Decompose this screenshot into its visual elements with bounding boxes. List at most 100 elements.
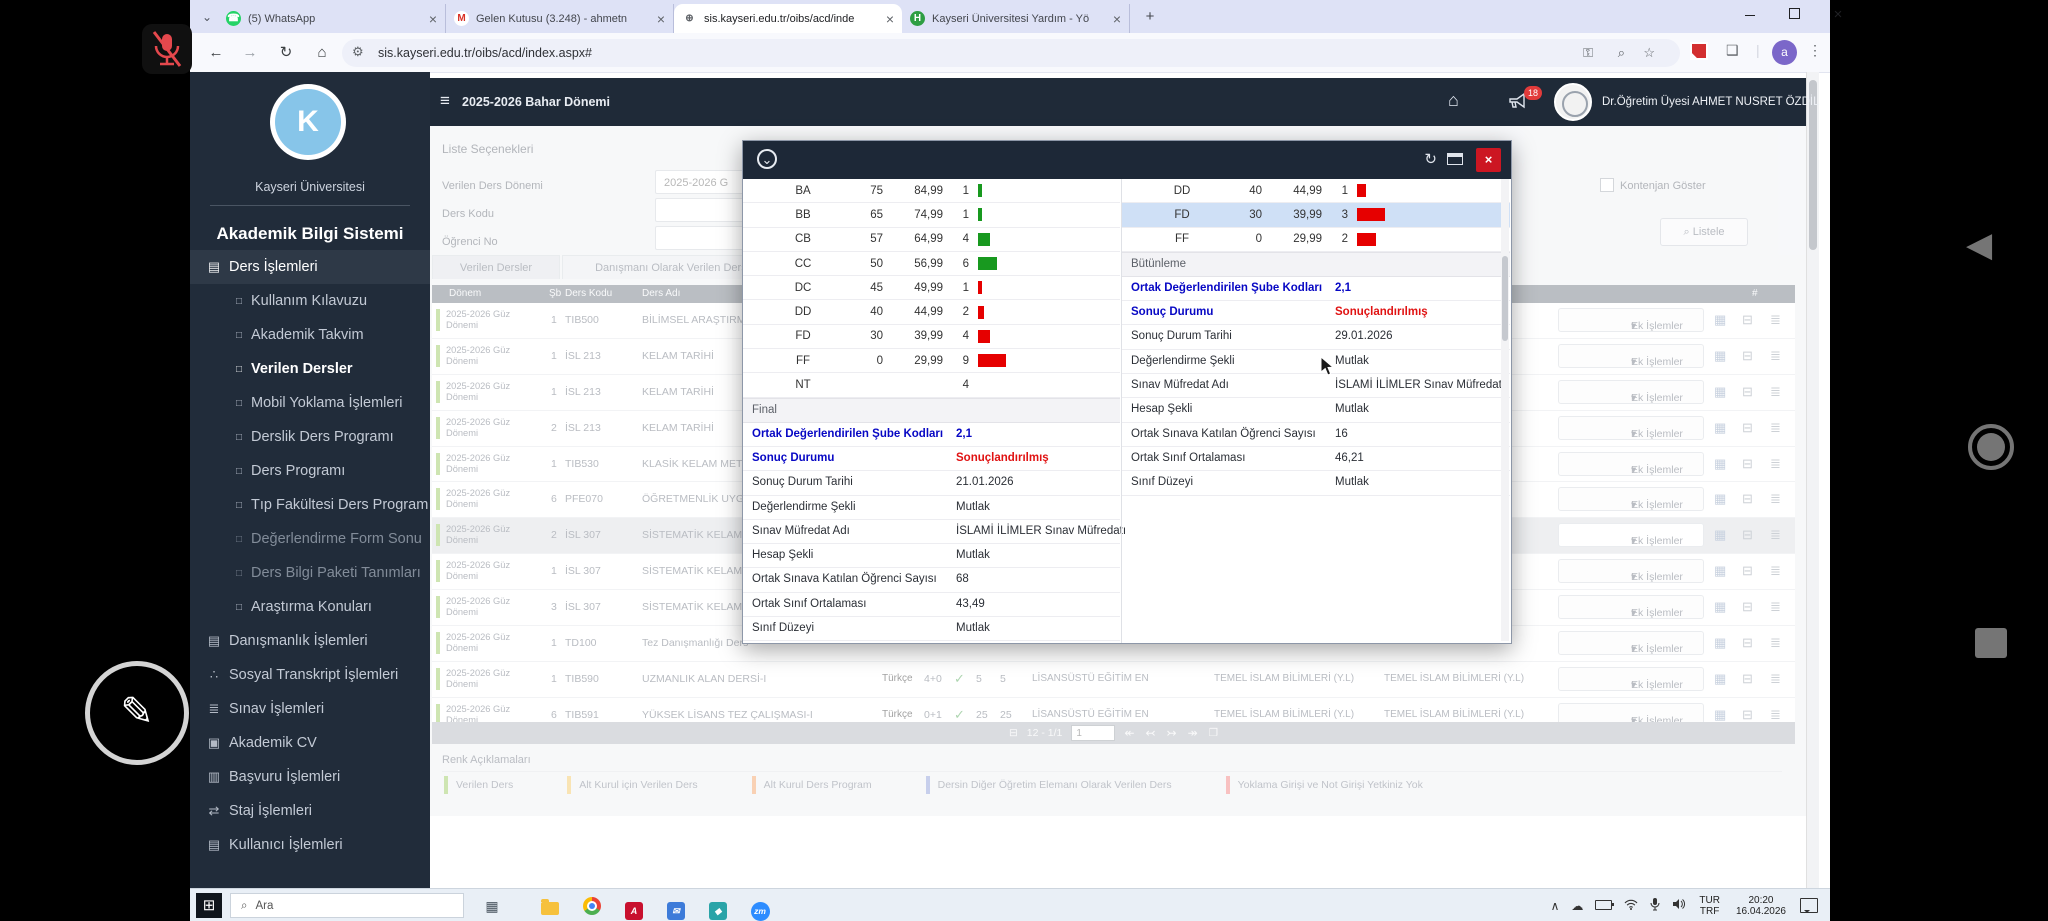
sidebar-item[interactable]: ⇄ Staj İşlemleri bbox=[190, 794, 430, 828]
sidebar-item[interactable]: ▤ Danışmanlık İşlemleri bbox=[190, 624, 430, 658]
url-text[interactable]: sis.kayseri.edu.tr/oibs/acd/index.aspx# bbox=[378, 46, 592, 60]
tray-expand-icon[interactable]: ∧ bbox=[1551, 899, 1560, 913]
grade-row[interactable]: FF 0 29,99 9 bbox=[743, 349, 1120, 373]
grade-row[interactable]: BB 65 74,99 1 bbox=[743, 203, 1120, 227]
ek-islemler-button[interactable]: Ek İşlemler ▾ bbox=[1558, 523, 1704, 547]
notification-center-icon[interactable] bbox=[1800, 898, 1818, 913]
sidebar-item[interactable]: ▤ Ders İşlemleri bbox=[190, 250, 430, 284]
reload-button[interactable]: ↻ bbox=[274, 41, 298, 65]
battery-icon[interactable] bbox=[1595, 899, 1612, 913]
row-print-icon[interactable]: ⊟ bbox=[1742, 411, 1753, 446]
back-button[interactable]: ← bbox=[204, 41, 228, 65]
grade-row[interactable]: DD 40 44,99 1 bbox=[1122, 179, 1510, 203]
copy-icon[interactable]: ❐ bbox=[1209, 727, 1218, 739]
row-print-icon[interactable]: ⊟ bbox=[1742, 590, 1753, 625]
zoom-out-icon[interactable]: ⌕ bbox=[1618, 45, 1625, 61]
tab-close-icon[interactable]: × bbox=[1113, 12, 1121, 26]
home-button[interactable]: ⌂ bbox=[310, 41, 334, 65]
sidebar-item[interactable]: □ Değerlendirme Form Sonu bbox=[190, 522, 430, 556]
user-name[interactable]: Dr.Öğretim Üyesi AHMET NUSRET ÖZDİL bbox=[1602, 96, 1819, 108]
browser-tab[interactable]: H Kayseri Üniversitesi Yardım - Yö × bbox=[902, 4, 1130, 33]
android-back-button[interactable]: ◀ bbox=[1966, 225, 1992, 265]
course-row[interactable]: 2025-2026 Güz Dönemi 1 TIB590 UZMANLIK A… bbox=[432, 662, 1795, 698]
row-list-icon[interactable]: ≣ bbox=[1770, 518, 1781, 553]
row-schedule-icon[interactable]: ▦ bbox=[1714, 590, 1726, 625]
row-list-icon[interactable]: ≣ bbox=[1770, 447, 1781, 482]
speaker-icon[interactable] bbox=[1672, 898, 1685, 913]
grade-row[interactable]: CB 57 64,99 4 bbox=[743, 228, 1120, 252]
row-list-icon[interactable]: ≣ bbox=[1770, 554, 1781, 589]
row-list-icon[interactable]: ≣ bbox=[1770, 482, 1781, 517]
browser-tab[interactable]: ☎ (5) WhatsApp × bbox=[218, 4, 446, 33]
clock[interactable]: 20:2016.04.2026 bbox=[1736, 895, 1786, 917]
ek-islemler-button[interactable]: Ek İşlemler ▾ bbox=[1558, 416, 1704, 440]
app-home-icon[interactable]: ⌂ bbox=[1448, 90, 1459, 111]
modal-maximize-icon[interactable] bbox=[1447, 153, 1463, 165]
row-schedule-icon[interactable]: ▦ bbox=[1714, 662, 1726, 697]
new-tab-button[interactable]: + bbox=[1140, 7, 1160, 27]
row-schedule-icon[interactable]: ▦ bbox=[1714, 303, 1726, 338]
browser-tab[interactable]: ⊕ sis.kayseri.edu.tr/oibs/acd/inde × bbox=[674, 4, 902, 33]
collapse-chevron-icon[interactable]: ⌄ bbox=[757, 149, 777, 169]
app-icon[interactable]: ◆ bbox=[706, 894, 730, 918]
window-close-button[interactable]: × bbox=[1816, 0, 1860, 30]
ek-islemler-button[interactable]: Ek İşlemler ▾ bbox=[1558, 559, 1704, 583]
zoom-app-icon[interactable]: zm bbox=[748, 894, 772, 918]
android-home-button[interactable] bbox=[1968, 424, 2014, 470]
menu-hamburger-icon[interactable]: ≡ bbox=[440, 91, 450, 111]
next-page-icon[interactable]: ↣ bbox=[1167, 726, 1179, 740]
sidebar-item[interactable]: □ Verilen Dersler bbox=[190, 352, 430, 386]
modal-scrollbar-thumb[interactable] bbox=[1502, 256, 1508, 341]
sidebar-item[interactable]: □ Akademik Takvim bbox=[190, 318, 430, 352]
ek-islemler-button[interactable]: Ek İşlemler ▾ bbox=[1558, 667, 1704, 691]
row-schedule-icon[interactable]: ▦ bbox=[1714, 482, 1726, 517]
row-list-icon[interactable]: ≣ bbox=[1770, 339, 1781, 374]
listele-button[interactable]: ⌕ Listele bbox=[1660, 218, 1748, 246]
row-list-icon[interactable]: ≣ bbox=[1770, 590, 1781, 625]
sidebar-item[interactable]: ∴ Sosyal Transkript İşlemleri bbox=[190, 658, 430, 692]
row-schedule-icon[interactable]: ▦ bbox=[1714, 411, 1726, 446]
prev-page-icon[interactable]: ↢ bbox=[1145, 726, 1157, 740]
annotation-pencil-button[interactable]: ✎ bbox=[85, 661, 189, 765]
tab-close-icon[interactable]: × bbox=[886, 12, 894, 26]
android-recents-button[interactable] bbox=[1975, 628, 2007, 658]
language-indicator[interactable]: TURTRF bbox=[1699, 895, 1720, 917]
row-schedule-icon[interactable]: ▦ bbox=[1714, 518, 1726, 553]
bookmark-star-icon[interactable]: ☆ bbox=[1643, 45, 1655, 61]
address-bar[interactable]: ⚙ sis.kayseri.edu.tr/oibs/acd/index.aspx… bbox=[342, 39, 1680, 67]
sidebar-item[interactable]: ▣ Akademik CV bbox=[190, 726, 430, 760]
row-print-icon[interactable]: ⊟ bbox=[1742, 375, 1753, 410]
tab-search-icon[interactable]: ⌄ bbox=[198, 8, 216, 26]
wifi-icon[interactable] bbox=[1624, 899, 1638, 913]
tab-verilen-dersler[interactable]: Verilen Dersler bbox=[432, 255, 560, 279]
tab-close-icon[interactable]: × bbox=[429, 12, 437, 26]
user-avatar[interactable] bbox=[1554, 83, 1592, 121]
row-list-icon[interactable]: ≣ bbox=[1770, 303, 1781, 338]
sidebar-item[interactable]: □ Tıp Fakültesi Ders Program bbox=[190, 488, 430, 522]
pdf-extension-icon[interactable] bbox=[1690, 42, 1708, 60]
row-schedule-icon[interactable]: ▦ bbox=[1714, 554, 1726, 589]
grade-row[interactable]: BA 75 84,99 1 bbox=[743, 179, 1120, 203]
acrobat-taskbar-icon[interactable]: A bbox=[622, 894, 646, 918]
modal-scrollbar[interactable] bbox=[1501, 179, 1509, 641]
chrome-menu-icon[interactable]: ⋮ bbox=[1808, 42, 1822, 59]
taskbar-search[interactable]: ⌕Ara bbox=[230, 893, 464, 918]
modal-close-button[interactable]: × bbox=[1476, 148, 1501, 172]
grade-row[interactable]: FF 0 29,99 2 bbox=[1122, 228, 1510, 252]
password-key-icon[interactable]: ⚿ bbox=[1583, 45, 1593, 61]
page-select[interactable]: 1 bbox=[1071, 725, 1115, 741]
sidebar-item[interactable]: □ Derslik Ders Programı bbox=[190, 420, 430, 454]
grade-row[interactable]: FD 30 39,99 4 bbox=[743, 325, 1120, 349]
row-print-icon[interactable]: ⊟ bbox=[1742, 447, 1753, 482]
ek-islemler-button[interactable]: Ek İşlemler ▾ bbox=[1558, 344, 1704, 368]
window-maximize-button[interactable] bbox=[1772, 0, 1816, 30]
grade-row[interactable]: DC 45 49,99 1 bbox=[743, 276, 1120, 300]
tab-close-icon[interactable]: × bbox=[657, 12, 665, 26]
print-icon[interactable]: ⊟ bbox=[1009, 727, 1018, 739]
forward-button[interactable]: → bbox=[238, 41, 262, 65]
onedrive-cloud-icon[interactable]: ☁ bbox=[1571, 899, 1583, 913]
first-page-icon[interactable]: ↞ bbox=[1124, 726, 1136, 740]
row-print-icon[interactable]: ⊟ bbox=[1742, 339, 1753, 374]
grade-row[interactable]: DD 40 44,99 2 bbox=[743, 300, 1120, 324]
chrome-taskbar-icon[interactable] bbox=[580, 894, 604, 918]
